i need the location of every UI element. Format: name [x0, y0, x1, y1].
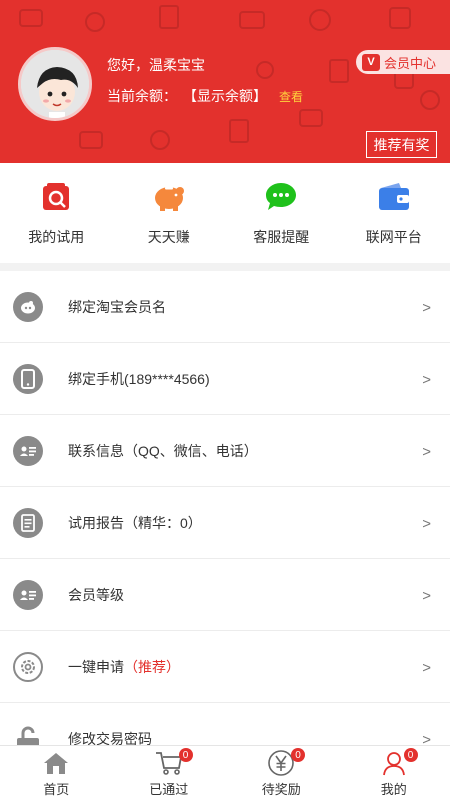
trial-icon — [38, 179, 74, 215]
contact-card-icon — [13, 435, 43, 466]
tab-mine[interactable]: 0 我的 — [338, 746, 450, 800]
menu-label: 会员等级 — [68, 586, 124, 603]
settings-menu: 绑定淘宝会员名 > 绑定手机(189****4566) > 联系信息（QQ、微信… — [0, 271, 450, 775]
quick-label: 我的试用 — [28, 229, 85, 245]
chevron-right-icon: > — [422, 298, 431, 316]
tab-label: 已通过 — [149, 782, 189, 797]
chevron-right-icon: > — [422, 370, 431, 388]
taobao-icon — [13, 291, 43, 322]
bottom-tab-bar: 首页 0 已通过 0 待奖励 0 我的 — [0, 745, 450, 800]
quick-label: 客服提醒 — [253, 229, 310, 245]
report-icon — [13, 507, 43, 538]
menu-label: 试用报告（精华：0） — [68, 514, 202, 531]
member-card-icon — [13, 579, 43, 610]
quick-label: 天天赚 — [147, 229, 190, 245]
balance-value: 【显示余额】 — [183, 88, 267, 104]
notification-badge: 0 — [403, 748, 418, 762]
avatar[interactable] — [18, 47, 92, 121]
piggy-bank-icon — [151, 179, 187, 215]
menu-item-contact-info[interactable]: 联系信息（QQ、微信、电话） > — [0, 415, 450, 487]
member-center-label: 会员中心 — [384, 55, 437, 71]
chevron-right-icon: > — [422, 514, 431, 532]
chevron-right-icon: > — [422, 442, 431, 460]
greeting-text: 您好，温柔宝宝 — [107, 57, 205, 73]
quick-item-my-trial[interactable]: 我的试用 — [0, 163, 113, 263]
notification-badge: 0 — [291, 748, 305, 762]
menu-label: 一键申请（推荐） — [68, 658, 180, 675]
vip-badge-icon: V — [362, 53, 380, 71]
menu-item-member-level[interactable]: 会员等级 > — [0, 559, 450, 631]
tab-pending-reward[interactable]: 0 待奖励 — [225, 746, 338, 800]
menu-item-bind-phone[interactable]: 绑定手机(189****4566) > — [0, 343, 450, 415]
menu-label: 绑定淘宝会员名 — [68, 298, 166, 315]
balance-label: 当前余额： — [107, 88, 177, 104]
profile-header: 您好，温柔宝宝 当前余额： 【显示余额】 查看 V 会员中心 推荐有奖 — [0, 0, 450, 163]
tab-label: 我的 — [380, 782, 407, 797]
tab-home[interactable]: 首页 — [0, 746, 113, 800]
quick-item-network-platform[interactable]: 联网平台 — [338, 163, 450, 263]
view-balance-link[interactable]: 查看 — [279, 88, 303, 105]
quick-item-daily-earn[interactable]: 天天赚 — [113, 163, 226, 263]
home-icon — [41, 750, 71, 776]
tab-approved[interactable]: 0 已通过 — [113, 746, 226, 800]
balance-row: 当前余额： 【显示余额】 查看 — [107, 86, 303, 106]
tab-label: 首页 — [43, 782, 70, 797]
menu-label: 联系信息（QQ、微信、电话） — [68, 442, 258, 459]
wallet-icon — [376, 179, 412, 215]
menu-item-bind-taobao[interactable]: 绑定淘宝会员名 > — [0, 271, 450, 343]
recommended-tag: （推荐） — [124, 658, 180, 675]
chat-icon — [263, 179, 299, 215]
phone-icon — [13, 363, 43, 394]
menu-item-one-click-apply[interactable]: 一键申请（推荐） > — [0, 631, 450, 703]
member-center-button[interactable]: V 会员中心 — [356, 50, 450, 74]
notification-badge: 0 — [178, 748, 193, 762]
menu-item-trial-report[interactable]: 试用报告（精华：0） > — [0, 487, 450, 559]
tab-label: 待奖励 — [261, 782, 301, 797]
gear-icon — [13, 651, 43, 682]
chevron-right-icon: > — [422, 586, 431, 604]
quick-actions: 我的试用 天天赚 客服提醒 联网平台 — [0, 163, 450, 263]
quick-item-customer-service[interactable]: 客服提醒 — [225, 163, 338, 263]
chevron-right-icon: > — [422, 658, 431, 676]
menu-label: 绑定手机(189****4566) — [68, 370, 210, 387]
recommend-reward-button[interactable]: 推荐有奖 — [366, 131, 437, 158]
quick-label: 联网平台 — [365, 229, 422, 245]
